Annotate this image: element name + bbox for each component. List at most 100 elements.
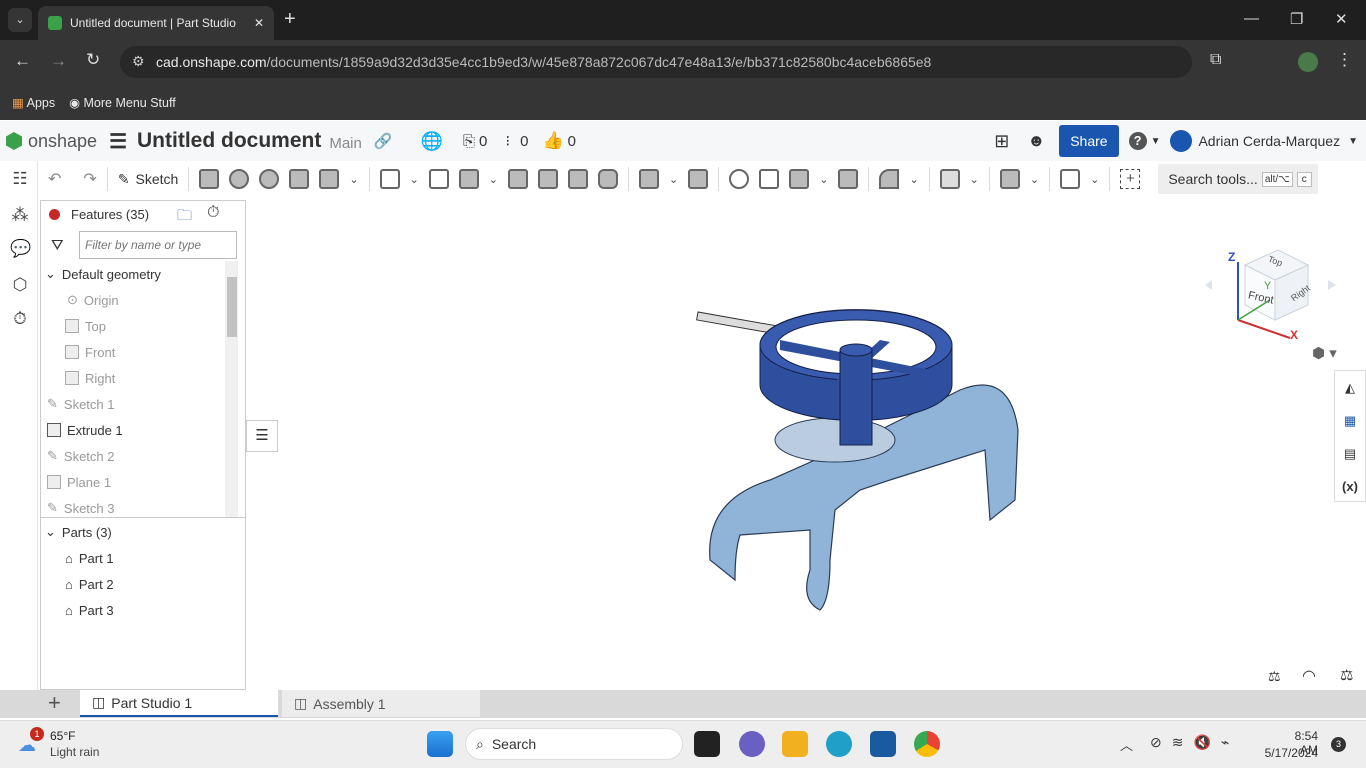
tree-item-plane-1[interactable]: Plane 1 — [47, 469, 111, 495]
task-view-icon[interactable] — [694, 731, 720, 757]
extensions-icon[interactable]: ⧉ — [1210, 51, 1221, 69]
tree-item-sketch-1[interactable]: ✎ Sketch 1 — [47, 391, 115, 417]
part-item[interactable]: ⌂ Part 3 — [65, 597, 114, 623]
view-options-cube-icon[interactable]: ⬢ ▾ — [1312, 344, 1337, 362]
chevron-down-icon[interactable]: ⌄ — [349, 173, 358, 186]
reload-icon[interactable]: ↻ — [86, 50, 100, 70]
branch-label[interactable]: Main — [329, 131, 362, 152]
taskbar-search[interactable]: ⌕ Search — [465, 728, 683, 760]
url-field[interactable]: ⚙ cad.onshape.com/documents/1859a9d32d3d… — [120, 46, 1192, 78]
chevron-down-icon[interactable]: ⌄ — [45, 266, 56, 282]
rotate-arrow-left-icon[interactable] — [1205, 280, 1212, 290]
user-menu-chevron-icon[interactable]: ▼ — [1348, 136, 1358, 147]
variables-table-icon[interactable]: (x) — [1335, 470, 1365, 503]
maximize-button[interactable]: ❐ — [1290, 10, 1303, 28]
default-geometry-row[interactable]: ⌄ Default geometry — [45, 261, 161, 287]
panel-divider[interactable] — [41, 517, 245, 518]
close-window-button[interactable]: ✕ — [1335, 10, 1348, 28]
parts-header[interactable]: ⌄ Parts (3) — [45, 519, 112, 545]
part-fan-shaft[interactable] — [839, 349, 873, 446]
sheet-metal-icon[interactable] — [999, 169, 1020, 189]
loft-icon[interactable] — [289, 169, 310, 189]
sweep-icon[interactable] — [259, 169, 280, 189]
tree-item-top[interactable]: Top — [65, 313, 106, 339]
search-tools-input[interactable]: Search tools... alt/⌥ c — [1158, 164, 1319, 194]
transform-icon[interactable] — [789, 169, 810, 189]
profile-avatar[interactable] — [1298, 52, 1318, 72]
link-icon[interactable]: 🔗 — [374, 132, 393, 150]
mirror-icon[interactable] — [688, 169, 709, 189]
onshape-logo-icon[interactable] — [6, 132, 22, 150]
chrome-menu-icon[interactable]: ⋮ — [1336, 50, 1353, 70]
clock-date[interactable]: 5/17/2024 — [1258, 746, 1318, 760]
parts-cube-icon[interactable]: ⬡ — [10, 275, 30, 295]
like-icon[interactable]: 👍 — [542, 131, 563, 151]
public-globe-icon[interactable]: 🌐 — [421, 131, 443, 152]
bookmark-more-menu-stuff[interactable]: ◉ More Menu Stuff — [69, 95, 176, 110]
teams-icon[interactable] — [739, 731, 765, 757]
add-folder-icon[interactable]: 🗀 — [177, 205, 192, 230]
part-fan-shaft-top[interactable] — [839, 343, 873, 357]
view-cube[interactable]: Z Y X Top Front Right — [1200, 210, 1340, 360]
boolean-icon[interactable] — [729, 169, 750, 189]
comments-icon[interactable]: 💬 — [10, 239, 31, 259]
start-button-icon[interactable] — [427, 731, 453, 757]
tray-chevron-icon[interactable]: ︿ — [1120, 735, 1133, 754]
tree-item-right[interactable]: Right — [65, 365, 115, 391]
close-tab-icon[interactable]: ✕ — [254, 16, 264, 30]
chevron-down-icon[interactable]: ⌄ — [1090, 173, 1099, 186]
chrome-icon[interactable] — [914, 731, 940, 757]
store-icon[interactable] — [870, 731, 896, 757]
menu-icon[interactable]: ☰ — [109, 129, 127, 154]
tree-item-sketch-2[interactable]: ✎ Sketch 2 — [47, 443, 115, 469]
thicken-icon[interactable] — [319, 169, 340, 189]
edge-icon[interactable] — [826, 731, 852, 757]
chevron-down-icon[interactable]: ⌄ — [819, 173, 828, 186]
delete-part-icon[interactable] — [838, 169, 859, 189]
notification-badge[interactable]: 3 — [1331, 737, 1346, 752]
chevron-down-icon[interactable]: ⌄ — [45, 524, 56, 540]
chamfer-icon[interactable] — [428, 169, 449, 189]
feature-list-icon[interactable]: ☷ — [10, 169, 30, 189]
minimize-button[interactable]: — — [1244, 10, 1259, 27]
chevron-down-icon[interactable]: ⌄ — [909, 173, 918, 186]
revolve-icon[interactable] — [229, 169, 250, 189]
tree-item-front[interactable]: Front — [65, 339, 115, 365]
new-tab-button[interactable]: + — [284, 8, 296, 31]
rotate-arrow-right-icon[interactable] — [1328, 280, 1336, 290]
share-button[interactable]: Share — [1059, 125, 1119, 157]
appearance-icon[interactable]: ◭ — [1335, 371, 1365, 404]
tray-icons[interactable]: ⊘≋🔇⌁ — [1150, 734, 1239, 751]
help-icon[interactable]: ? — [1128, 132, 1147, 150]
user-name[interactable]: Adrian Cerda-Marquez — [1198, 133, 1340, 149]
plane-icon[interactable] — [939, 169, 960, 189]
chevron-down-icon[interactable]: ⌄ — [1030, 173, 1039, 186]
thread-icon[interactable] — [598, 169, 619, 189]
timer-icon[interactable]: ⏱ — [207, 204, 219, 222]
insert-element-button[interactable]: + — [48, 690, 61, 716]
collapse-panel-toggle[interactable]: ☰ — [246, 420, 278, 452]
chevron-down-icon[interactable]: ⌄ — [669, 173, 678, 186]
mass-properties-icon[interactable]: ▦ — [1335, 404, 1365, 437]
site-info-icon[interactable]: ⚙ — [132, 53, 145, 70]
split-icon[interactable] — [759, 169, 780, 189]
fillet-icon[interactable] — [379, 169, 400, 189]
pattern-icon[interactable] — [639, 169, 660, 189]
tab-part-studio-1[interactable]: ◫ Part Studio 1 — [80, 690, 278, 717]
configurations-icon[interactable]: ▤ — [1335, 437, 1365, 470]
sketch-button[interactable]: ✎ Sketch — [118, 171, 179, 188]
history-timer-icon[interactable]: ⏱ — [10, 309, 30, 329]
add-custom-feature-icon[interactable]: + — [1120, 169, 1141, 189]
hole-icon[interactable] — [568, 169, 589, 189]
undo-icon[interactable]: ↶ — [48, 169, 61, 189]
document-title[interactable]: Untitled document — [137, 129, 321, 153]
help-chevron-icon[interactable]: ▼ — [1151, 136, 1161, 147]
modify-fillet-icon[interactable] — [879, 169, 900, 189]
extrude-icon[interactable] — [199, 169, 220, 189]
measure-icon[interactable]: ⚖ — [1268, 668, 1281, 685]
file-explorer-icon[interactable] — [782, 731, 808, 757]
learning-center-icon[interactable]: ☻ — [1027, 131, 1045, 151]
chevron-down-icon[interactable]: ⌄ — [489, 173, 498, 186]
part-item[interactable]: ⌂ Part 1 — [65, 545, 114, 571]
tree-item-extrude-1[interactable]: Extrude 1 — [47, 417, 123, 443]
